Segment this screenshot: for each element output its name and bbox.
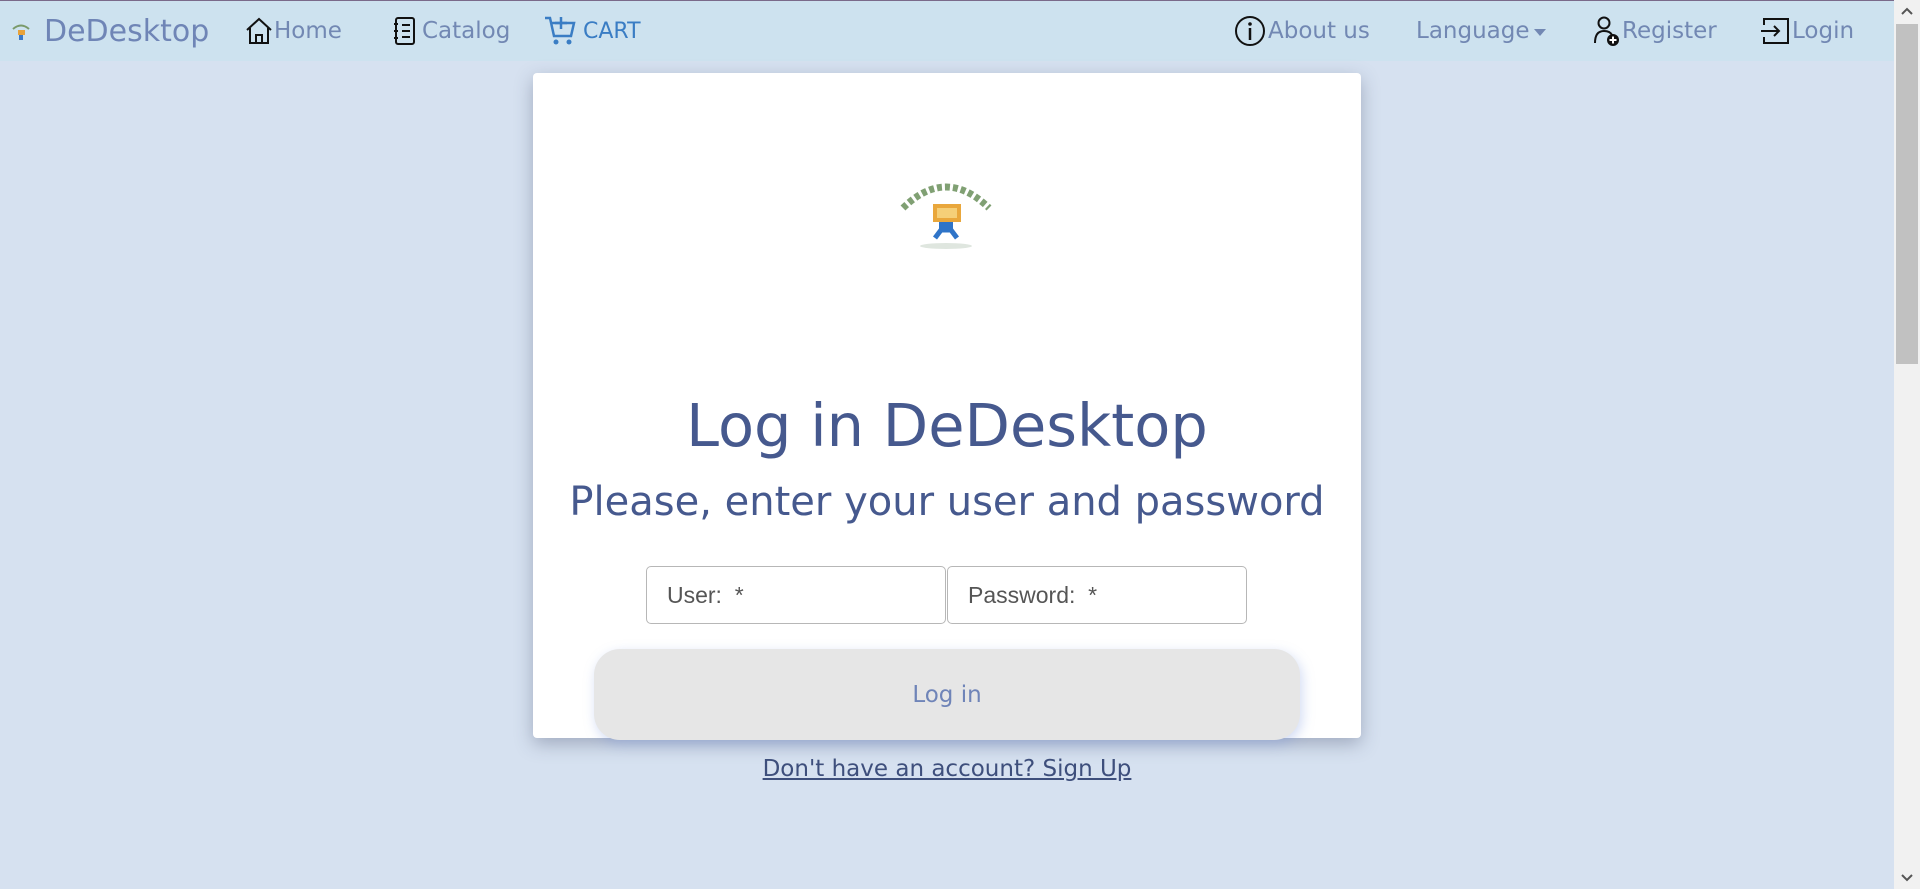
- page-subtitle: Please, enter your user and password: [569, 479, 1325, 525]
- page-title: Log in DeDesktop: [686, 391, 1208, 460]
- nav-cart-label: CART: [583, 18, 641, 44]
- login-card: Log in DeDesktop Please, enter your user…: [533, 73, 1361, 782]
- nav-login-label: Login: [1792, 18, 1855, 44]
- brand-name: DeDesktop: [44, 13, 210, 49]
- top-navbar: DeDesktop Home Catalog CART About us Lan…: [0, 1, 1894, 61]
- language-dropdown[interactable]: Language: [1416, 1, 1546, 61]
- nav-about-label: About us: [1268, 18, 1370, 44]
- vertical-scrollbar[interactable]: [1894, 0, 1920, 889]
- info-icon: [1235, 16, 1265, 46]
- scroll-up-icon[interactable]: [1894, 0, 1920, 22]
- nav-home[interactable]: Home: [244, 1, 342, 61]
- nav-cart[interactable]: CART: [543, 1, 641, 61]
- home-icon: [246, 17, 272, 44]
- password-field[interactable]: [947, 566, 1247, 624]
- nav-catalog[interactable]: Catalog: [392, 1, 510, 61]
- login-button[interactable]: Log in: [594, 649, 1300, 740]
- nav-register[interactable]: Register: [1592, 1, 1717, 61]
- nav-login[interactable]: Login: [1760, 1, 1854, 61]
- dedesktop-logo-icon: [900, 183, 992, 249]
- signup-link[interactable]: Don't have an account? Sign Up: [533, 756, 1361, 782]
- user-field[interactable]: [646, 566, 946, 624]
- nav-about[interactable]: About us: [1234, 1, 1370, 61]
- dedesktop-logo-icon: [12, 24, 30, 40]
- language-label: Language: [1416, 18, 1530, 44]
- scroll-down-icon[interactable]: [1894, 867, 1920, 889]
- scrollbar-thumb[interactable]: [1896, 24, 1918, 364]
- chevron-down-icon: [1533, 28, 1546, 36]
- brand-link[interactable]: DeDesktop: [10, 1, 209, 61]
- add-user-icon: [1594, 16, 1619, 46]
- cart-icon: [545, 16, 576, 45]
- nav-catalog-label: Catalog: [422, 18, 511, 44]
- nav-home-label: Home: [274, 18, 342, 44]
- catalog-list-icon: [394, 17, 415, 45]
- nav-register-label: Register: [1622, 18, 1717, 44]
- login-icon: [1761, 18, 1789, 44]
